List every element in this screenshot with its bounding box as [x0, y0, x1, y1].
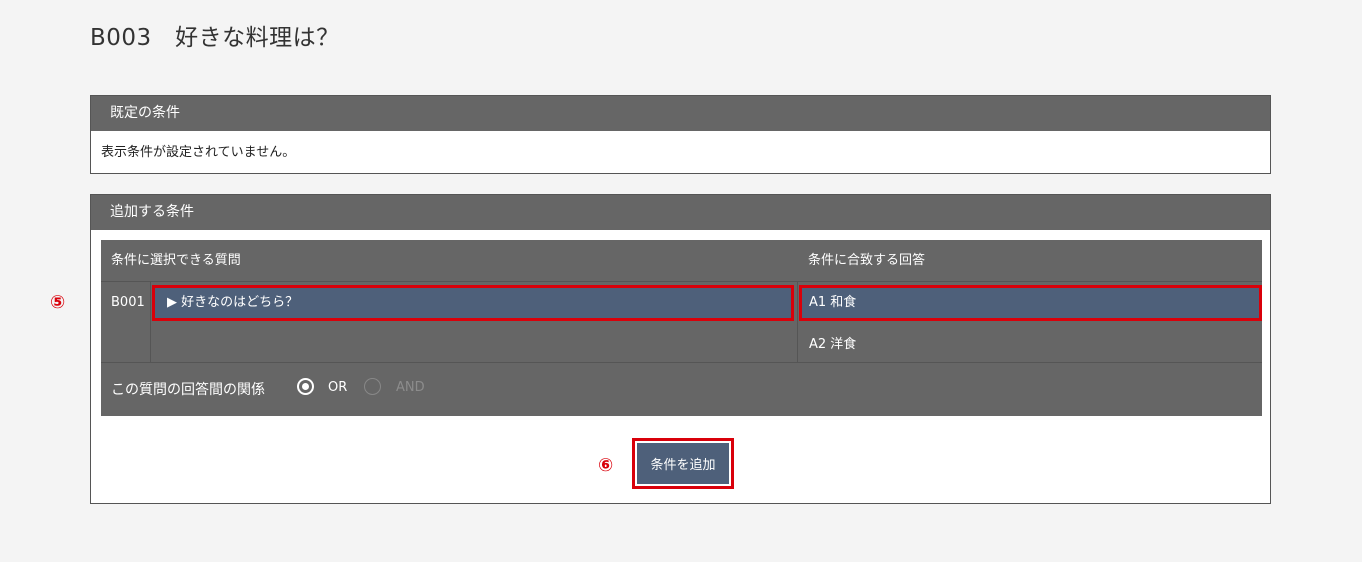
question-id: B001: [111, 295, 145, 310]
answer-item-a2[interactable]: A2 洋食: [809, 333, 856, 352]
default-conditions-panel: 既定の条件 表示条件が設定されていません。: [90, 95, 1271, 174]
step-6-marker: ⑥: [598, 455, 614, 476]
add-condition-button[interactable]: 条件を追加: [637, 443, 729, 484]
radio-or[interactable]: [297, 378, 314, 395]
relation-label: この質問の回答間の関係: [111, 382, 265, 398]
default-conditions-header: 既定の条件: [91, 96, 1270, 131]
step-5-highlight-answer: [799, 285, 1262, 321]
step-5-highlight-question: [152, 285, 794, 321]
radio-or-label[interactable]: OR: [328, 380, 347, 395]
id-column-divider: [150, 282, 151, 362]
answer-relation-row: この質問の回答間の関係 OR AND: [101, 362, 1262, 416]
step-6-highlight: 条件を追加: [632, 438, 734, 489]
header-divider: [101, 281, 1262, 282]
col-header-answer: 条件に合致する回答: [808, 253, 926, 268]
radio-and-label[interactable]: AND: [396, 380, 425, 395]
add-conditions-panel: 追加する条件 条件に選択できる質問 条件に合致する回答 B001 ▶ 好きなのは…: [90, 194, 1271, 504]
condition-table: 条件に選択できる質問 条件に合致する回答 B001 ▶ 好きなのはどちら？ A1…: [101, 240, 1262, 416]
radio-and[interactable]: [364, 378, 381, 395]
step-5-marker: ⑤: [50, 292, 66, 313]
add-conditions-header: 追加する条件: [91, 195, 1270, 230]
col-header-question: 条件に選択できる質問: [111, 253, 241, 268]
answer-column-divider: [797, 282, 798, 362]
page-title: B003 好きな料理は？: [90, 25, 340, 51]
no-conditions-message: 表示条件が設定されていません。: [101, 145, 296, 160]
